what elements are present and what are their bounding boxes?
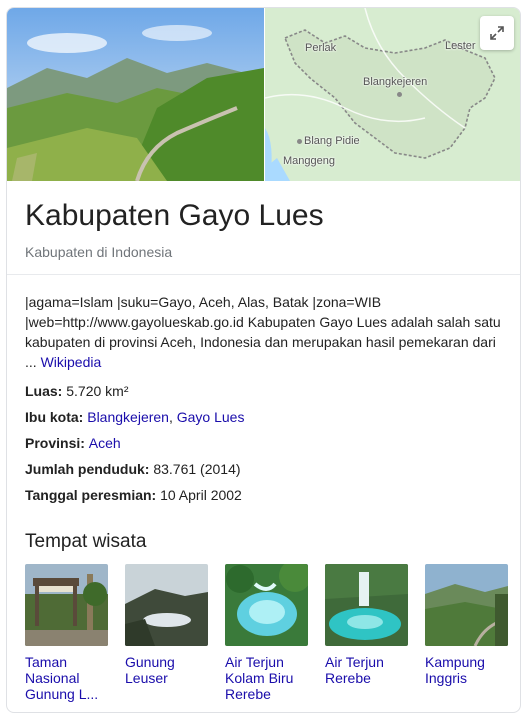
fact-label: Provinsi: (25, 435, 85, 451)
attraction-thumbnail[interactable] (325, 564, 408, 646)
attraction-item[interactable]: Taman Nasional Gunung L... (25, 564, 108, 702)
fact-luas: Luas: 5.720 km² (25, 381, 505, 407)
attraction-item[interactable]: Kampung Inggris (425, 564, 508, 702)
attraction-label[interactable]: Taman Nasional Gunung L... (25, 654, 108, 702)
aceh-link[interactable]: Aceh (89, 435, 121, 451)
fact-label: Ibu kota: (25, 409, 84, 425)
fact-separator: , (168, 409, 177, 425)
attraction-item[interactable]: Air Terjun Kolam Biru Rerebe (225, 564, 308, 702)
fact-tanggal-peresmian: Tanggal peresmian: 10 April 2002 (25, 485, 505, 511)
fact-provinsi: Provinsi: Aceh (25, 433, 505, 459)
entity-header: Kabupaten Gayo Lues Kabupaten di Indones… (25, 198, 505, 260)
region-map[interactable]: Perlak Lester Blangkejeren Blang Pidie M… (264, 8, 520, 181)
fact-value: 83.761 (2014) (149, 461, 241, 477)
attraction-item[interactable]: Air Terjun Rerebe (325, 564, 408, 702)
attraction-label[interactable]: Air Terjun Kolam Biru Rerebe (225, 654, 308, 702)
hero-images: Perlak Lester Blangkejeren Blang Pidie M… (7, 8, 520, 181)
fact-value: 5.720 km² (62, 383, 129, 399)
entity-title: Kabupaten Gayo Lues (25, 199, 324, 232)
fact-label: Jumlah penduduk: (25, 461, 150, 477)
fact-jumlah-penduduk: Jumlah penduduk: 83.761 (2014) (25, 459, 505, 485)
attraction-thumbnail[interactable] (225, 564, 308, 646)
attraction-label[interactable]: Air Terjun Rerebe (325, 654, 408, 686)
hero-photo[interactable] (7, 8, 264, 181)
fact-ibu-kota: Ibu kota: Blangkejeren, Gayo Lues (25, 407, 505, 433)
entity-subtitle: Kabupaten di Indonesia (25, 244, 173, 260)
map-marker-blang-pidie (297, 139, 302, 144)
divider (7, 274, 520, 275)
attractions-heading: Tempat wisata (25, 531, 147, 552)
map-label-blang-pidie: Blang Pidie (304, 135, 360, 147)
facts-list: Luas: 5.720 km² Ibu kota: Blangkejeren, … (25, 381, 505, 511)
map-label-lester: Lester (445, 40, 476, 52)
wikipedia-link[interactable]: Wikipedia (41, 354, 102, 370)
attractions-carousel: Taman Nasional Gunung L... Gunung Leuser (25, 564, 508, 702)
fact-label: Luas: (25, 383, 63, 399)
attraction-label[interactable]: Kampung Inggris (425, 654, 508, 686)
map-label-manggeng: Manggeng (283, 155, 335, 167)
entity-description: |agama=Islam |suku=Gayo, Aceh, Alas, Bat… (25, 292, 503, 372)
attraction-label[interactable]: Gunung Leuser (125, 654, 208, 686)
attraction-thumbnail[interactable] (425, 564, 508, 646)
fact-value: 10 April 2002 (156, 487, 242, 503)
expand-map-button[interactable] (480, 16, 514, 50)
expand-icon (490, 26, 504, 40)
map-label-perlak: Perlak (305, 42, 337, 54)
map-label-blangkejeren: Blangkejeren (363, 76, 428, 88)
map-marker-blangkejeren (397, 92, 402, 97)
gayo-lues-link[interactable]: Gayo Lues (177, 409, 245, 425)
attraction-item[interactable]: Gunung Leuser (125, 564, 208, 702)
attraction-thumbnail[interactable] (25, 564, 108, 646)
fact-label: Tanggal peresmian: (25, 487, 157, 503)
blangkejeren-link[interactable]: Blangkejeren (87, 409, 169, 425)
knowledge-panel: Perlak Lester Blangkejeren Blang Pidie M… (6, 7, 521, 713)
attraction-thumbnail[interactable] (125, 564, 208, 646)
